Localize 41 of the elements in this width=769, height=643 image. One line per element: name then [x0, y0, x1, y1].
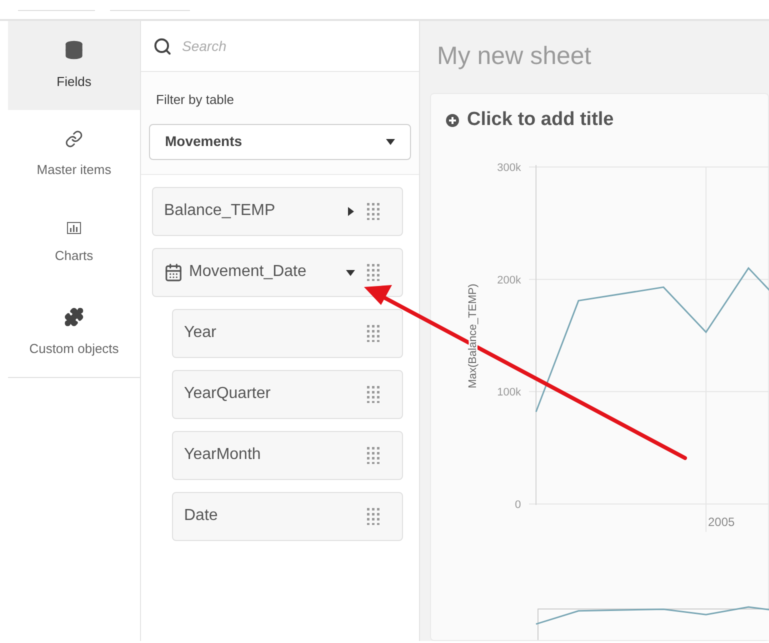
- field-name: YearMonth: [184, 445, 262, 465]
- puzzle-icon: [64, 306, 84, 327]
- y-tick-label: 200k: [497, 274, 521, 286]
- y-tick-label: 100k: [497, 386, 521, 399]
- field-item[interactable]: Year: [172, 308, 403, 358]
- link-icon: [65, 130, 83, 148]
- drag-handle-icon[interactable]: [367, 202, 380, 220]
- range-navigator[interactable]: [538, 608, 769, 640]
- add-icon[interactable]: [446, 114, 459, 127]
- field-name: Date: [184, 506, 219, 526]
- search-icon: [153, 36, 172, 56]
- sheet-title: My new sheet: [436, 41, 592, 72]
- field-name: Year: [184, 323, 218, 343]
- drag-handle-icon[interactable]: [367, 386, 380, 402]
- y-tick-label: 300k: [497, 162, 521, 174]
- drag-handle-icon[interactable]: [367, 264, 380, 280]
- filter-label: Filter by table: [155, 91, 236, 109]
- field-item[interactable]: Date: [172, 492, 403, 540]
- drag-handle-icon[interactable]: [367, 508, 380, 524]
- drag-handle-icon[interactable]: [367, 446, 380, 464]
- y-axis-title: Max(Balance_TEMP): [467, 284, 479, 388]
- database-icon: [64, 40, 84, 60]
- field-item[interactable]: Movement_Date: [152, 248, 403, 296]
- caret-icon[interactable]: [386, 137, 395, 146]
- nav-tab[interactable]: Fields: [8, 21, 140, 110]
- field-item[interactable]: Balance_TEMP: [152, 186, 403, 236]
- field-item[interactable]: YearMonth: [172, 430, 403, 480]
- chart-title[interactable]: Click to add title: [467, 106, 614, 135]
- table-dropdown[interactable]: Movements: [149, 124, 411, 160]
- x-tick-label: 2005: [708, 515, 735, 529]
- field-name: YearQuarter: [184, 384, 272, 404]
- y-tick-label: 0: [514, 499, 521, 511]
- drag-handle-icon[interactable]: [367, 324, 380, 342]
- field-name: Balance_TEMP: [164, 201, 276, 221]
- caret-icon[interactable]: [346, 268, 355, 276]
- field-item[interactable]: YearQuarter: [172, 370, 403, 418]
- chart-icon: [67, 222, 81, 234]
- caret-icon[interactable]: [346, 206, 355, 216]
- search-field[interactable]: Search: [182, 36, 382, 56]
- calendar-icon: [164, 262, 183, 282]
- field-name: Movement_Date: [189, 262, 308, 282]
